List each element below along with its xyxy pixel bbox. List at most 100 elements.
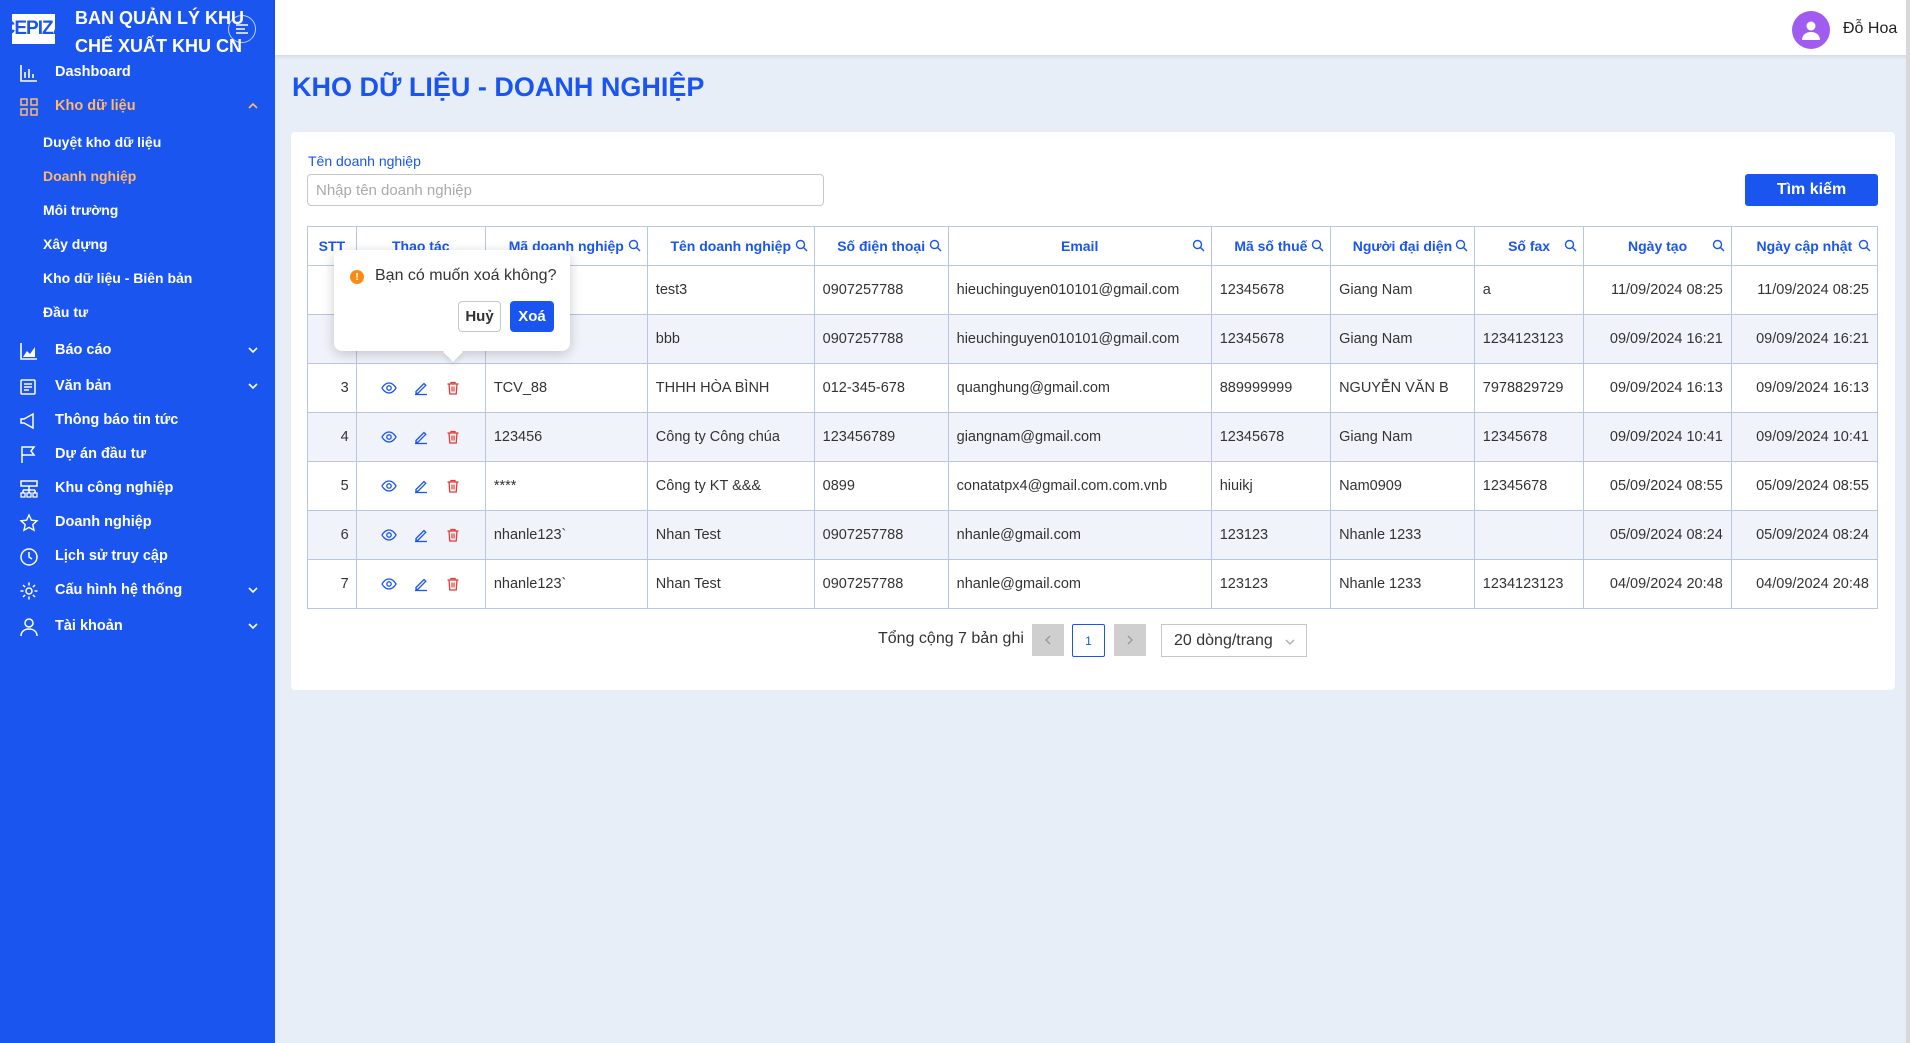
- email-cell: hieuchinguyen010101@gmail.com: [947, 265, 1212, 315]
- tax-code-cell: 123123: [1210, 559, 1332, 609]
- cancel-button[interactable]: Huỷ: [458, 301, 501, 332]
- tax-code-cell: 12345678: [1210, 314, 1332, 364]
- sidebar-item-label: Báo cáo: [55, 342, 112, 358]
- updated-date-cell: 05/09/2024 08:24: [1730, 510, 1879, 560]
- view-icon[interactable]: [379, 476, 399, 496]
- view-icon[interactable]: [379, 525, 399, 545]
- org-chart-icon: [20, 480, 38, 498]
- sidebar-subitem-moi-truong[interactable]: Môi trường: [43, 195, 118, 225]
- column-header: Ngày tạo: [1583, 226, 1732, 266]
- fax-cell: 12345678: [1473, 412, 1585, 462]
- updated-date-cell: 09/09/2024 16:21: [1730, 314, 1879, 364]
- sidebar-subitem-doanh-nghiep[interactable]: Doanh nghiệp: [43, 161, 136, 191]
- representative-cell: Giang Nam: [1330, 265, 1475, 315]
- company-code-cell: nhanle123`: [484, 559, 648, 609]
- sidebar-subitem-xay-dung[interactable]: Xây dựng: [43, 229, 108, 259]
- document-icon: [20, 379, 36, 395]
- email-cell: conatatpx4@gmail.com.com.vnb: [947, 461, 1212, 511]
- edit-icon[interactable]: [411, 525, 431, 545]
- star-icon: [19, 513, 39, 532]
- gear-icon: [20, 582, 38, 600]
- page-size-select[interactable]: 20 dòng/trang: [1161, 624, 1307, 657]
- pagination-next-button[interactable]: [1114, 624, 1146, 656]
- sidebar-subitem-duyet-kho[interactable]: Duyệt kho dữ liệu: [43, 127, 161, 157]
- column-header-label: Ngày cập nhật: [1756, 238, 1853, 254]
- updated-date-cell: 04/09/2024 20:48: [1730, 559, 1879, 609]
- pagination-page-current[interactable]: 1: [1072, 624, 1105, 657]
- edit-icon[interactable]: [411, 574, 431, 594]
- sidebar-item-thong-bao[interactable]: Thông báo tin tức: [0, 403, 275, 437]
- column-header: Số fax: [1473, 226, 1585, 266]
- created-date-cell: 09/09/2024 16:13: [1583, 363, 1732, 413]
- edit-icon[interactable]: [411, 476, 431, 496]
- sidebar-subitem-bien-ban[interactable]: Kho dữ liệu - Biên bản: [43, 263, 192, 293]
- column-header: Số điện thoại: [813, 226, 949, 266]
- sidebar-item-label: Dashboard: [55, 64, 131, 80]
- search-icon[interactable]: [1455, 239, 1468, 252]
- brand-title: BAN QUẢN LÝ KHU CHẾ XUẤT KHU CN: [75, 4, 244, 60]
- sidebar-item-bao-cao[interactable]: Báo cáo: [0, 333, 275, 367]
- search-icon[interactable]: [628, 239, 641, 252]
- view-icon[interactable]: [379, 574, 399, 594]
- sidebar-item-dashboard[interactable]: Dashboard: [0, 55, 275, 89]
- sidebar-item-van-ban[interactable]: Văn bản: [0, 369, 275, 403]
- view-icon[interactable]: [379, 378, 399, 398]
- created-date-cell: 09/09/2024 16:21: [1583, 314, 1732, 364]
- representative-cell: Nam0909: [1330, 461, 1475, 511]
- delete-icon[interactable]: [443, 427, 463, 447]
- phone-cell: 012-345-678: [813, 363, 949, 413]
- sidebar: CEPIZA BAN QUẢN LÝ KHU CHẾ XUẤT KHU CN D…: [0, 0, 275, 1043]
- search-input[interactable]: [307, 174, 824, 206]
- updated-date-cell: 09/09/2024 10:41: [1730, 412, 1879, 462]
- email-cell: hieuchinguyen010101@gmail.com: [947, 314, 1212, 364]
- search-button[interactable]: Tìm kiếm: [1745, 174, 1878, 206]
- brand-line-1: BAN QUẢN LÝ KHU: [75, 8, 244, 28]
- edit-icon[interactable]: [411, 378, 431, 398]
- fax-cell: 12345678: [1473, 461, 1585, 511]
- chevron-down-icon: [248, 347, 258, 354]
- confirm-delete-button[interactable]: Xoá: [510, 301, 554, 332]
- search-icon[interactable]: [795, 239, 808, 252]
- search-icon[interactable]: [929, 239, 942, 252]
- sidebar-item-doanh-nghiep[interactable]: Doanh nghiệp: [0, 505, 275, 539]
- grid-icon: [20, 98, 38, 116]
- sidebar-item-lich-su[interactable]: Lịch sử truy cập: [0, 539, 275, 573]
- chevron-up-icon: [248, 102, 258, 109]
- column-header: Email: [947, 226, 1212, 266]
- avatar[interactable]: [1792, 11, 1830, 49]
- edit-icon[interactable]: [411, 427, 431, 447]
- search-icon[interactable]: [1712, 239, 1725, 252]
- user-name[interactable]: Đỗ Hoa: [1843, 20, 1897, 38]
- menu-toggle-button[interactable]: [228, 15, 256, 43]
- delete-icon[interactable]: [443, 574, 463, 594]
- search-icon[interactable]: [1564, 239, 1577, 252]
- sidebar-item-du-an[interactable]: Dự án đầu tư: [0, 437, 275, 471]
- search-icon[interactable]: [1858, 239, 1871, 252]
- view-icon[interactable]: [379, 427, 399, 447]
- pagination-prev-button[interactable]: [1032, 624, 1064, 656]
- sidebar-item-khu-cong-nghiep[interactable]: Khu công nghiệp: [0, 471, 275, 505]
- logo: CEPIZA: [2, 12, 66, 46]
- popconfirm-message: Bạn có muốn xoá không?: [375, 267, 557, 284]
- scrollbar[interactable]: [1906, 0, 1910, 1043]
- sidebar-item-kho-du-lieu[interactable]: Kho dữ liệu: [0, 89, 275, 123]
- email-cell: quanghung@gmail.com: [947, 363, 1212, 413]
- sidebar-item-cau-hinh[interactable]: Cấu hình hệ thống: [0, 573, 275, 607]
- updated-date-cell: 11/09/2024 08:25: [1730, 265, 1879, 315]
- table-row: 7 nhanle123` Nhan Test 0907257788 nhanle@gma…: [307, 559, 1879, 609]
- delete-icon[interactable]: [443, 378, 463, 398]
- tax-code-cell: 12345678: [1210, 265, 1332, 315]
- sidebar-item-tai-khoan[interactable]: Tài khoản: [0, 609, 275, 643]
- sidebar-item-label: Cấu hình hệ thống: [55, 582, 183, 598]
- area-chart-icon: [20, 343, 37, 360]
- search-icon[interactable]: [1192, 239, 1205, 252]
- sidebar-subitem-dau-tu[interactable]: Đầu tư: [43, 297, 88, 327]
- delete-icon[interactable]: [443, 525, 463, 545]
- tax-code-cell: 889999999: [1210, 363, 1332, 413]
- phone-cell: 0907257788: [813, 510, 949, 560]
- sidebar-item-label: Lịch sử truy cập: [55, 548, 168, 564]
- sidebar-item-label: Khu công nghiệp: [55, 480, 174, 496]
- search-label: Tên doanh nghiệp: [308, 153, 421, 169]
- delete-icon[interactable]: [443, 476, 463, 496]
- search-icon[interactable]: [1311, 239, 1324, 252]
